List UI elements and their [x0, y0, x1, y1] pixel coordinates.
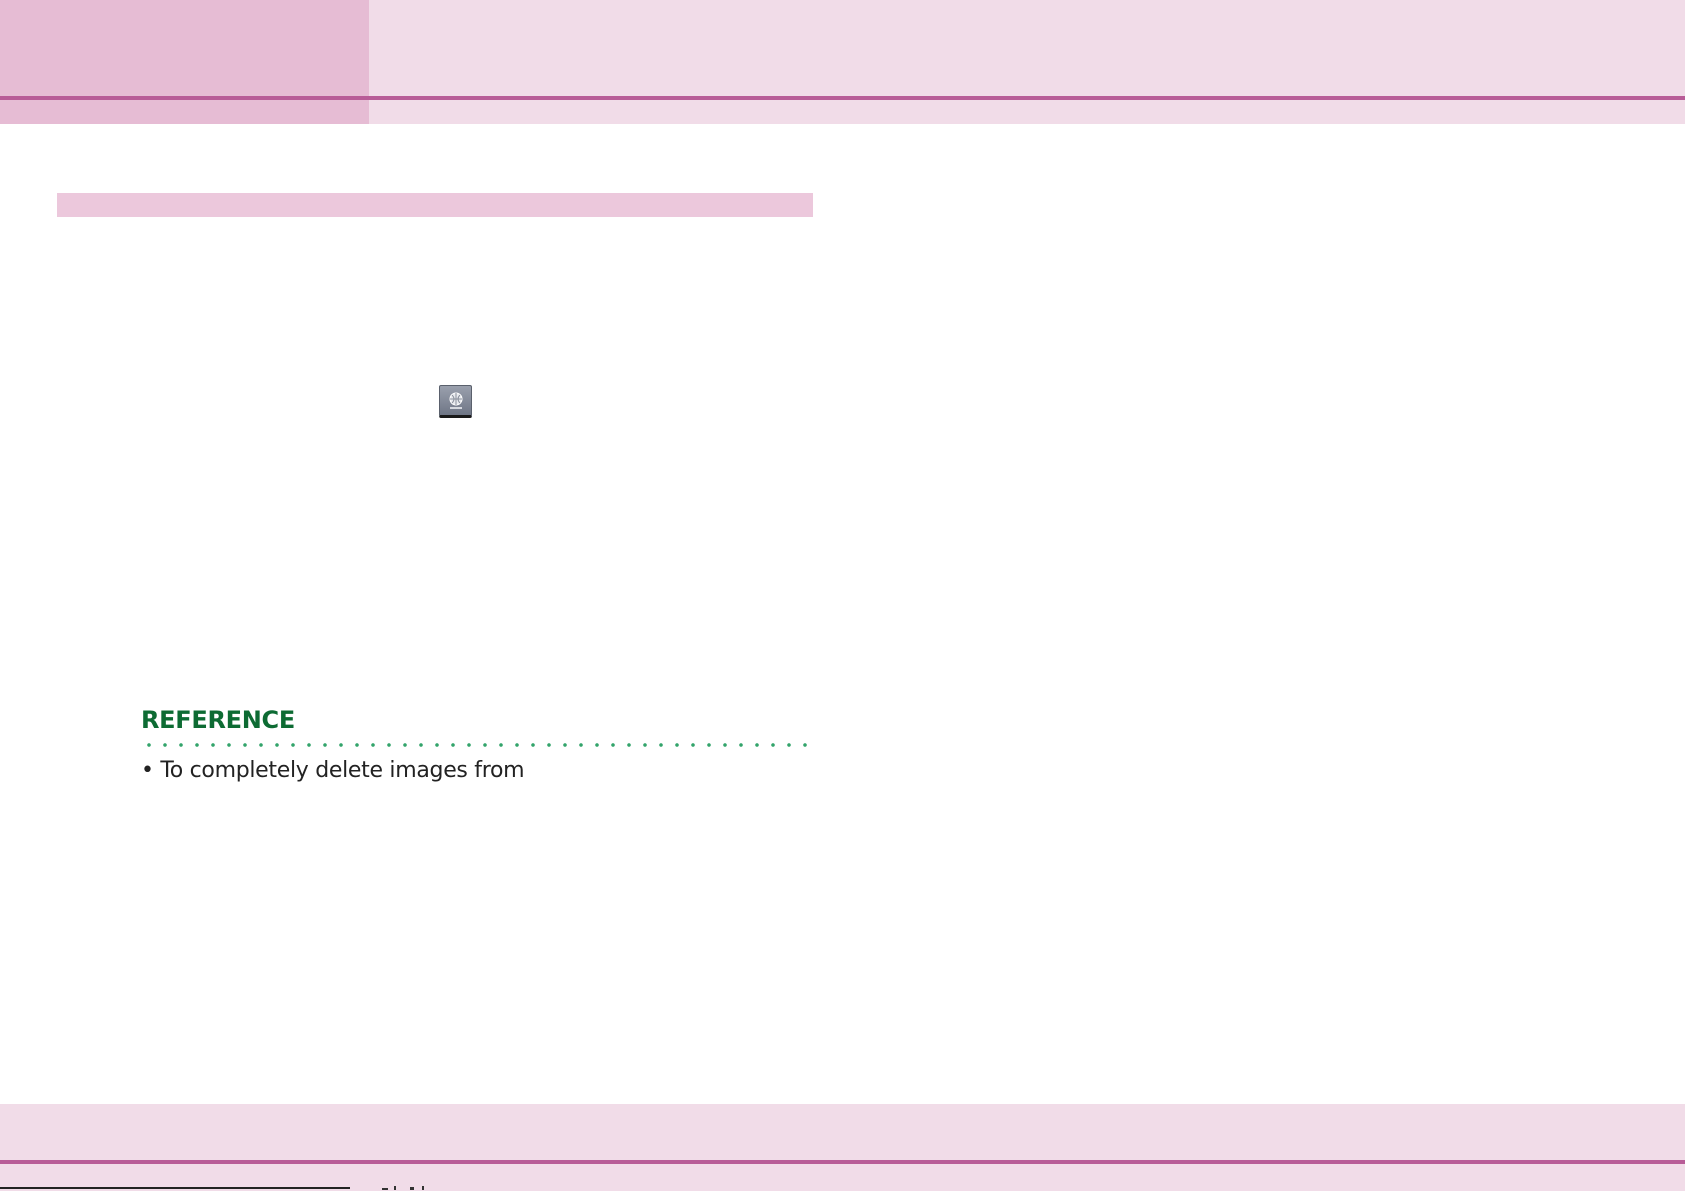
globe-icon [449, 392, 462, 409]
section-title-bar [57, 193, 813, 217]
delete-button-icon[interactable] [439, 385, 472, 418]
reference-heading: REFERENCE [141, 706, 295, 734]
footer-accent-line [0, 1160, 1685, 1164]
header-left-panel [0, 0, 369, 124]
reference-dotted-divider [141, 742, 813, 748]
header-accent-line [0, 96, 1685, 100]
header-right-panel [369, 0, 1685, 124]
reference-bullet-item: • To completely delete images from [141, 758, 525, 783]
footer-rule [0, 1187, 350, 1189]
footer-marks [382, 1186, 424, 1190]
footer-band [0, 1104, 1685, 1191]
